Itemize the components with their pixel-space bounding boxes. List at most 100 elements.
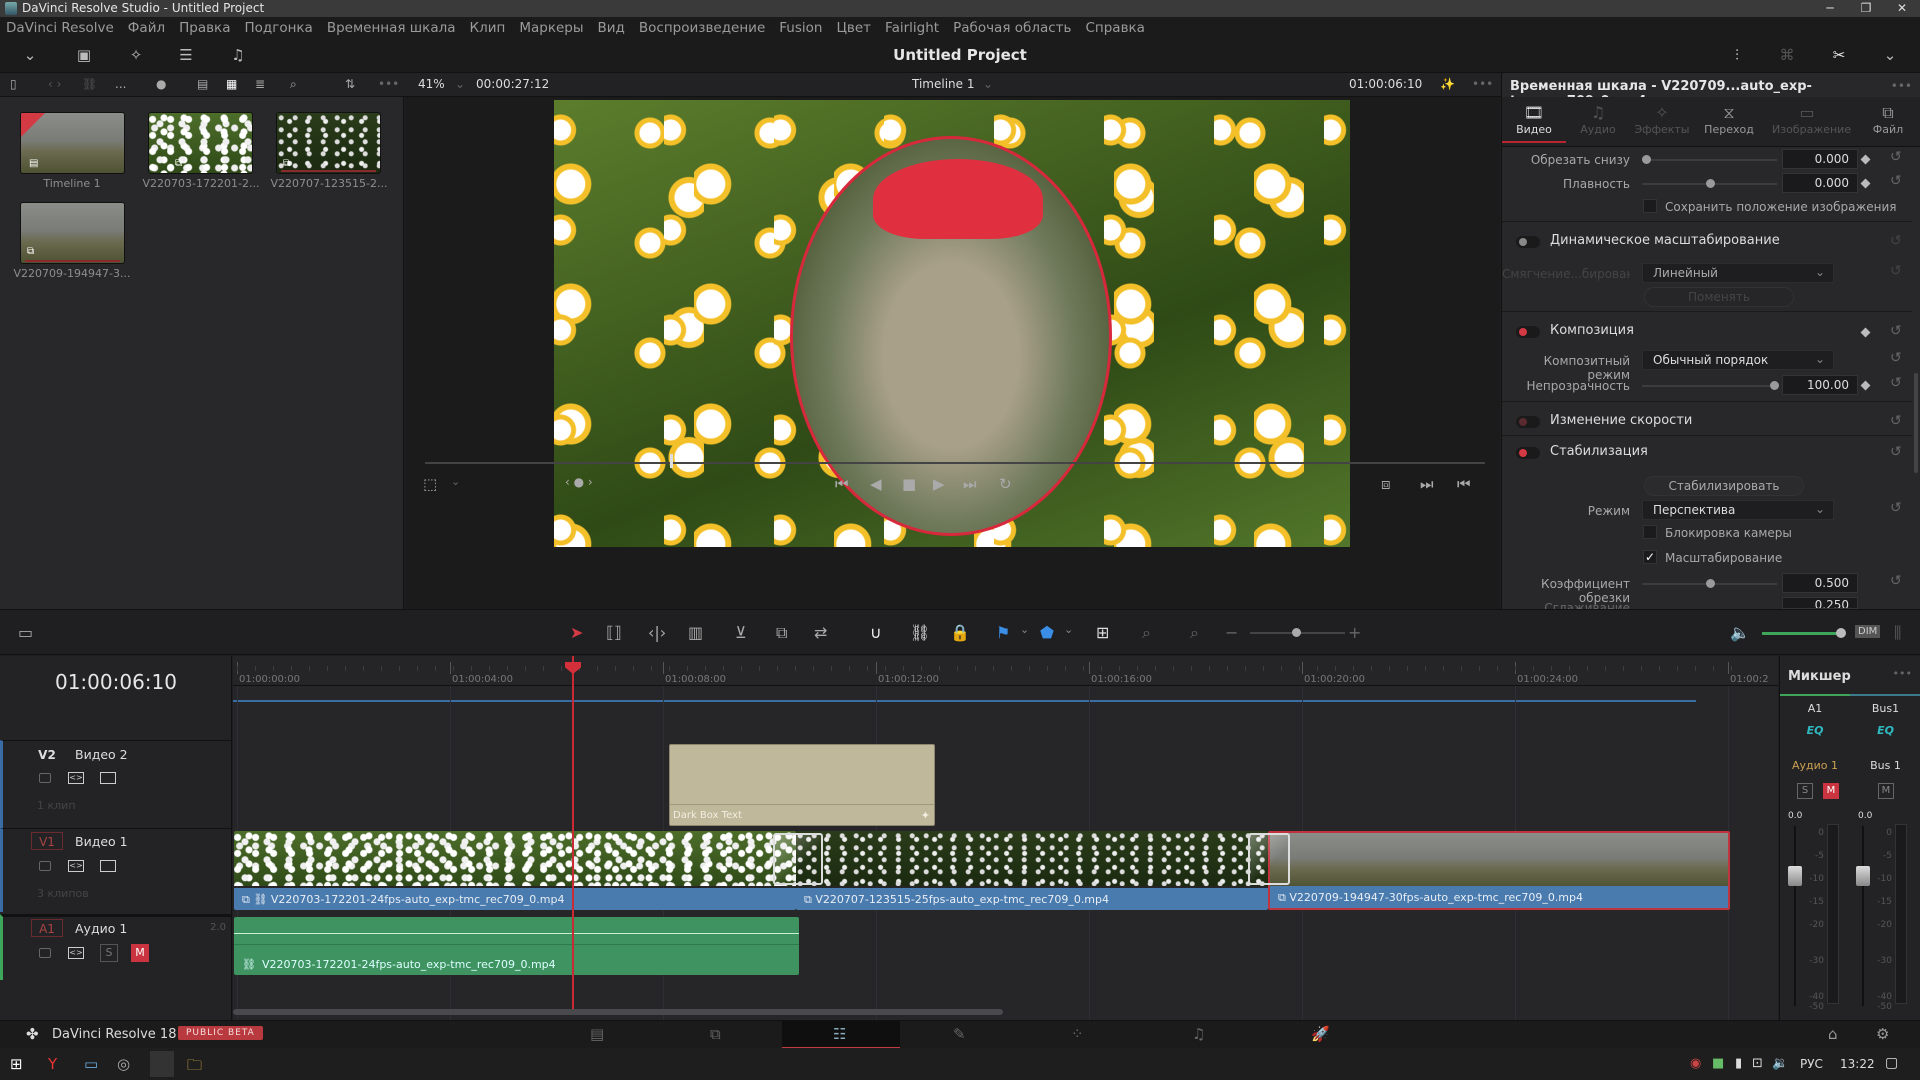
metadata-view-icon[interactable]: ▤: [197, 77, 208, 91]
list-view-icon[interactable]: ≣: [255, 77, 265, 91]
crop-ratio-knob[interactable]: [1706, 579, 1715, 588]
reset-icon[interactable]: ↺: [1890, 444, 1902, 460]
reset-icon[interactable]: ↺: [1890, 173, 1902, 189]
lock-icon[interactable]: [39, 861, 51, 871]
language-indicator[interactable]: РУС: [1800, 1057, 1823, 1071]
ease-dropdown[interactable]: Линейный ⌄: [1642, 263, 1834, 283]
zoom-out-icon[interactable]: −: [1225, 623, 1238, 642]
tab-video[interactable]: 🎞 Видео: [1504, 103, 1564, 136]
file-explorer-icon[interactable]: 🗀: [187, 1055, 202, 1080]
search-icon[interactable]: ⌕: [290, 77, 297, 92]
disable-track-icon[interactable]: [100, 860, 116, 872]
smart-reframe-icon[interactable]: ✨: [1440, 77, 1455, 91]
timeline-ruler[interactable]: 01:00:00:00 01:00:04:00 01:00:08:00 01:00:1…: [233, 656, 1778, 686]
home-icon[interactable]: ⌂: [1828, 1025, 1838, 1043]
zoom-chevron-icon[interactable]: ⌄: [455, 77, 465, 91]
match-frame-icon[interactable]: ⧈: [1381, 475, 1391, 493]
reset-icon[interactable]: ↺: [1890, 149, 1902, 165]
composite-toggle[interactable]: [1516, 326, 1540, 338]
jog-control-icon[interactable]: ‹ ● ›: [565, 475, 593, 489]
reset-icon[interactable]: ↺: [1890, 375, 1902, 391]
dynamic-zoom-toggle[interactable]: [1516, 236, 1540, 248]
softness-value[interactable]: 0.000: [1782, 173, 1858, 193]
mixer-icon[interactable]: ⫶: [1727, 46, 1747, 64]
menu-markers[interactable]: Маркеры: [519, 20, 583, 36]
video-frame[interactable]: [554, 100, 1350, 547]
blade-tool-icon[interactable]: ▥: [688, 623, 703, 642]
auto-select-icon[interactable]: <>: [68, 772, 84, 784]
reset-icon[interactable]: ↺: [1890, 233, 1902, 249]
menu-clip[interactable]: Клип: [470, 20, 506, 36]
softness-knob[interactable]: [1706, 179, 1715, 188]
scrubber-playhead[interactable]: [670, 454, 673, 468]
timeline-selector[interactable]: Timeline 1: [912, 77, 974, 91]
transition-dissolve[interactable]: [1248, 833, 1290, 885]
flag-chevron-icon[interactable]: ⌄: [1020, 623, 1029, 636]
crop-bottom-knob[interactable]: [1642, 155, 1651, 164]
stabilize-button[interactable]: Стабилизировать: [1644, 476, 1804, 496]
thumbnail-view-icon[interactable]: ▦: [226, 77, 237, 91]
speaker-icon[interactable]: 🔈: [1730, 623, 1750, 642]
stop-icon[interactable]: ■: [902, 475, 916, 493]
lock-icon[interactable]: [39, 773, 51, 783]
desktop-icon[interactable]: ▭: [84, 1055, 98, 1073]
reset-icon[interactable]: ↺: [1890, 263, 1902, 279]
playhead[interactable]: [572, 656, 574, 1010]
crop-bottom-value[interactable]: 0.000: [1782, 149, 1858, 169]
video-clip-selected[interactable]: ⧉ V220709-194947-30fps-auto_exp-tmc_rec7…: [1268, 831, 1730, 910]
reset-icon[interactable]: ↺: [1890, 413, 1902, 429]
maximize-button[interactable]: ❐: [1848, 0, 1884, 17]
menu-playback[interactable]: Воспроизведение: [639, 20, 765, 36]
reset-icon[interactable]: ↺: [1890, 500, 1902, 516]
inspector-icon[interactable]: ✂: [1829, 46, 1849, 64]
viewer-options-dots[interactable]: •••: [1472, 77, 1493, 91]
volume-icon[interactable]: 🔉: [1772, 1056, 1788, 1071]
loop-icon[interactable]: ↻: [999, 475, 1012, 493]
track-id[interactable]: V2: [31, 746, 63, 764]
go-to-start-icon[interactable]: ⏮: [835, 475, 849, 493]
crop-ratio-value[interactable]: 0.500: [1782, 573, 1858, 593]
eq-button[interactable]: EQ: [1780, 724, 1850, 737]
menu-edit[interactable]: Правка: [179, 20, 230, 36]
davinci-taskbar-icon[interactable]: [150, 1051, 174, 1077]
tab-effects[interactable]: ✧ Эффекты: [1632, 103, 1692, 136]
page-fusion-icon[interactable]: ✎: [953, 1025, 966, 1043]
disable-track-icon[interactable]: [100, 772, 116, 784]
opacity-knob[interactable]: [1770, 381, 1779, 390]
insert-clip-icon[interactable]: ⊻: [735, 623, 747, 642]
inspector-options-dots[interactable]: •••: [1891, 79, 1912, 93]
audio-clip[interactable]: ⛓ V220703-172201-24fps-auto_exp-tmc_rec7…: [234, 917, 799, 975]
selection-tool-icon[interactable]: ➤: [570, 623, 583, 642]
crop-bottom-slider[interactable]: [1642, 159, 1777, 161]
media-item-clip[interactable]: ⧉: [20, 202, 125, 264]
snapping-icon[interactable]: ∪: [870, 623, 882, 642]
next-edit-icon[interactable]: ⏭: [1420, 475, 1434, 493]
page-color-icon[interactable]: ⁘: [1071, 1025, 1084, 1043]
track-id[interactable]: A1: [31, 919, 63, 937]
nav-arrows-icon[interactable]: ‹ ›: [48, 77, 61, 91]
stabilization-toggle[interactable]: [1516, 447, 1540, 459]
custom-zoom-icon[interactable]: ⌕: [1190, 623, 1199, 643]
track-name[interactable]: Видео 1: [75, 834, 128, 849]
tab-transition[interactable]: ⧖ Переход: [1699, 103, 1759, 136]
tab-image[interactable]: ▭ Изображение: [1772, 103, 1851, 136]
dynamic-trim-icon[interactable]: ‹|›: [648, 623, 666, 642]
linked-selection-icon[interactable]: ⛓: [910, 623, 930, 642]
menu-davinci[interactable]: DaVinci Resolve: [6, 20, 114, 36]
page-media-icon[interactable]: ▤: [590, 1025, 604, 1043]
eq-button[interactable]: EQ: [1850, 724, 1920, 737]
media-item-clip[interactable]: ⧉: [148, 112, 253, 174]
reset-icon[interactable]: ↺: [1890, 573, 1902, 589]
menu-trim[interactable]: Подгонка: [244, 20, 312, 36]
inspector-scrollbar[interactable]: [1914, 373, 1918, 473]
play-reverse-icon[interactable]: ◀: [870, 475, 882, 493]
page-deliver-icon[interactable]: 🚀: [1311, 1025, 1330, 1043]
auto-select-icon[interactable]: <>: [68, 860, 84, 872]
keyframe-icon[interactable]: [1860, 154, 1871, 165]
keyframe-icon[interactable]: [1860, 178, 1871, 189]
minimize-button[interactable]: ─: [1812, 0, 1848, 17]
network-icon[interactable]: ⊡: [1752, 1056, 1763, 1071]
media-item-clip[interactable]: ⧉: [276, 112, 381, 174]
media-item-timeline[interactable]: ▤: [20, 112, 125, 174]
menu-file[interactable]: Файл: [128, 20, 165, 36]
